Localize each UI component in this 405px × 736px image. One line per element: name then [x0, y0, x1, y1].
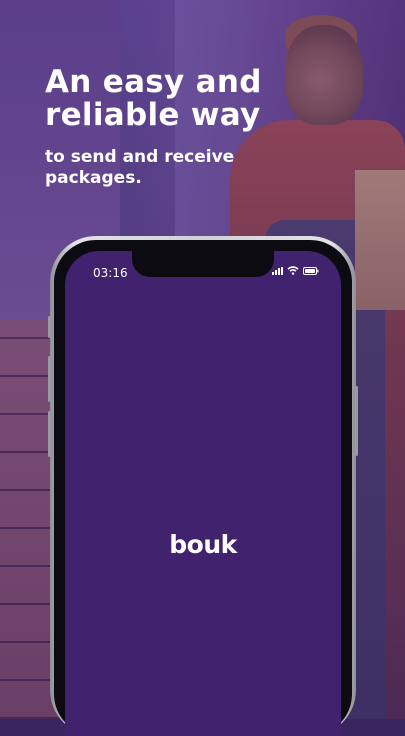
status-bar-time: 03:16 [93, 266, 128, 280]
headline-line-1: An easy and [45, 64, 262, 100]
battery-icon [303, 266, 319, 275]
phone-side-button-left-1 [48, 316, 51, 338]
headline-line-2: reliable way [45, 97, 261, 133]
background-package [355, 170, 405, 310]
phone-side-button-right [355, 386, 358, 456]
headline: An easy and reliable way [45, 66, 345, 132]
phone-side-button-left-2 [48, 356, 51, 402]
status-bar-icons [272, 266, 319, 275]
phone-side-button-left-3 [48, 411, 51, 457]
phone-bezel: 03:16 bouk [54, 240, 352, 736]
phone-mockup: 03:16 bouk [48, 236, 358, 736]
phone-screen: 03:16 bouk [65, 251, 341, 736]
headline-subtext: to send and receive packages. [45, 147, 235, 188]
phone-notch [132, 251, 274, 277]
brand-logo: bouk [169, 530, 237, 559]
signal-icon [272, 266, 283, 275]
wifi-icon [287, 266, 299, 275]
